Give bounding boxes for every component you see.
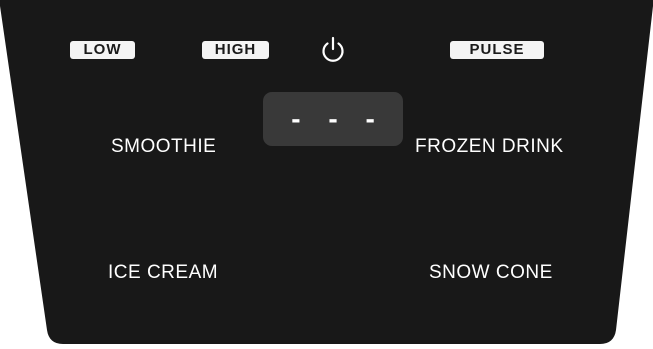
high-speed-button[interactable]: HIGH	[202, 41, 269, 59]
snow-cone-program-button[interactable]: SNOW CONE	[429, 262, 553, 284]
smoothie-program-button[interactable]: SMOOTHIE	[111, 136, 216, 158]
ice-cream-program-button[interactable]: ICE CREAM	[108, 262, 218, 284]
power-button[interactable]	[318, 35, 348, 65]
lcd-display: - - -	[263, 92, 403, 146]
frozen-drink-program-button[interactable]: FROZEN DRINK	[415, 136, 564, 158]
pulse-button[interactable]: PULSE	[450, 41, 544, 59]
low-speed-button[interactable]: LOW	[70, 41, 135, 59]
blender-control-panel: LOW HIGH PULSE - - - SMOOTHIE FROZEN DRI…	[0, 0, 653, 349]
power-icon	[322, 36, 344, 62]
display-readout: - - -	[291, 103, 385, 134]
